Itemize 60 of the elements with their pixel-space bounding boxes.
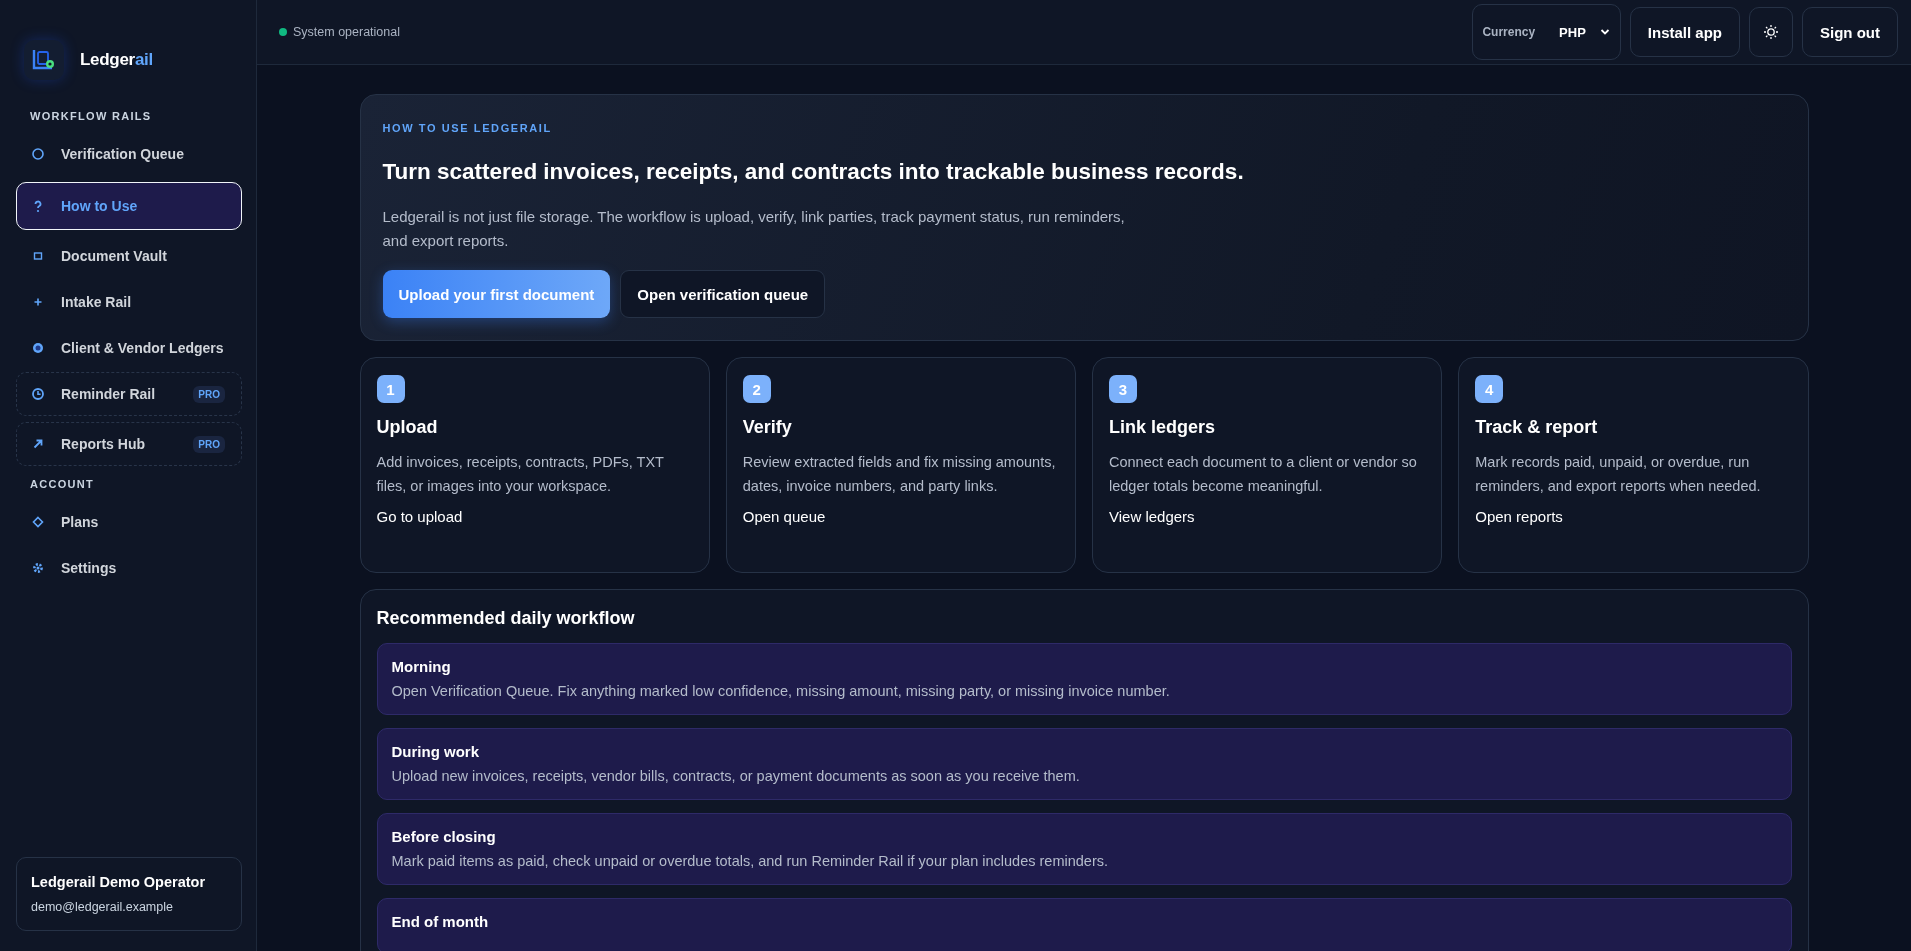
step-title: Track & report — [1475, 417, 1599, 438]
section-heading: ACCOUNT — [30, 478, 96, 490]
sidebar-item[interactable]: How to Use — [16, 182, 242, 230]
step-number: 1 — [376, 375, 405, 403]
target-icon — [31, 341, 45, 355]
step-link[interactable]: Open reports — [1475, 508, 1563, 525]
workflow-step-text: Open Verification Queue. Fix anything marked low confidence, missing amount, missing party, or missing invoice number. — [391, 683, 1171, 699]
sidebar-item[interactable]: Reminder Rail PRO — [16, 372, 242, 416]
sidebar-item[interactable]: Verification Queue — [16, 132, 242, 176]
diamond-icon — [31, 515, 45, 529]
chevron-icon — [1599, 28, 1610, 36]
step-link[interactable]: Go to upload — [376, 508, 463, 525]
workflow-step-title: During work — [391, 743, 480, 760]
sidebar-item[interactable]: Document Vault — [16, 234, 242, 278]
sun-icon — [1763, 24, 1779, 40]
user-name: Ledgerail Demo Operator — [31, 874, 207, 890]
arrow-icon — [31, 437, 45, 451]
open-queue-button[interactable]: Open verification queue — [620, 270, 826, 318]
step-link[interactable]: View ledgers — [1109, 508, 1195, 525]
circle-icon — [31, 147, 45, 161]
settings-icon — [31, 561, 45, 575]
eyebrow-label: HOW TO USE LEDGERAIL — [382, 122, 553, 134]
section-heading: WORKFLOW RAILS — [30, 110, 153, 122]
user-email: demo@ledgerail.example — [31, 900, 174, 914]
hero-title: Turn scattered invoices, receipts, and contracts into trackable business records. — [382, 159, 1245, 185]
step-title: Link ledgers — [1109, 417, 1217, 438]
workflow-step-title: Morning — [391, 658, 452, 675]
step-description: Add invoices, receipts, contracts, PDFs, TXT files, or images into your workspace. — [376, 453, 665, 496]
sidebar-item[interactable]: Plans — [16, 500, 242, 544]
step-description: Mark records paid, unpaid, or overdue, run reminders, and export reports when needed. — [1475, 453, 1762, 496]
workflow-step-text: Mark paid items as paid, check unpaid or overdue totals, and run Reminder Rail if your plan includes reminders. — [391, 853, 1109, 869]
workflow-step-title: End of month — [391, 913, 490, 930]
pro-badge: PRO — [193, 435, 225, 453]
workflow-title: Recommended daily workflow — [376, 608, 636, 629]
step-link[interactable]: Open queue — [742, 508, 826, 525]
sidebar-item[interactable]: Client & Vendor Ledgers — [16, 326, 242, 370]
step-title: Upload — [376, 417, 439, 438]
status-dot — [279, 28, 287, 36]
clock-icon — [31, 387, 45, 401]
status-text: System operational — [293, 25, 400, 39]
hero-description: Ledgerail is not just file storage. The workflow is upload, verify, link parties, track payment status, run reminders, and export reports. — [382, 207, 1126, 251]
logo-icon — [24, 40, 64, 80]
step-title: Verify — [742, 417, 793, 438]
step-description: Review extracted fields and fix missing amounts, dates, invoice numbers, and party links. — [742, 453, 1057, 496]
step-description: Connect each document to a client or vendor so ledger totals become meaningful. — [1109, 453, 1418, 496]
brand-name: Ledgerail — [80, 50, 153, 70]
sidebar-item[interactable]: Intake Rail — [16, 280, 242, 324]
sign-out-button[interactable]: Sign out — [1802, 7, 1898, 57]
square-icon — [31, 249, 45, 263]
step-number: 4 — [1475, 375, 1504, 403]
pro-badge: PRO — [193, 385, 225, 403]
theme-toggle-button[interactable] — [1749, 7, 1793, 57]
step-number: 2 — [742, 375, 771, 403]
step-number: 3 — [1109, 375, 1137, 403]
workflow-step-title: Before closing — [391, 828, 497, 845]
workflow-step-text: Upload new invoices, receipts, vendor bills, contracts, or payment documents as soon as you receive them. — [391, 768, 1081, 784]
currency-select[interactable]: Currency PHP — [1472, 4, 1621, 60]
sidebar-item[interactable]: Settings — [16, 546, 242, 590]
install-app-button[interactable]: Install app — [1629, 7, 1740, 57]
sidebar-item[interactable]: Reports Hub PRO — [16, 422, 242, 466]
